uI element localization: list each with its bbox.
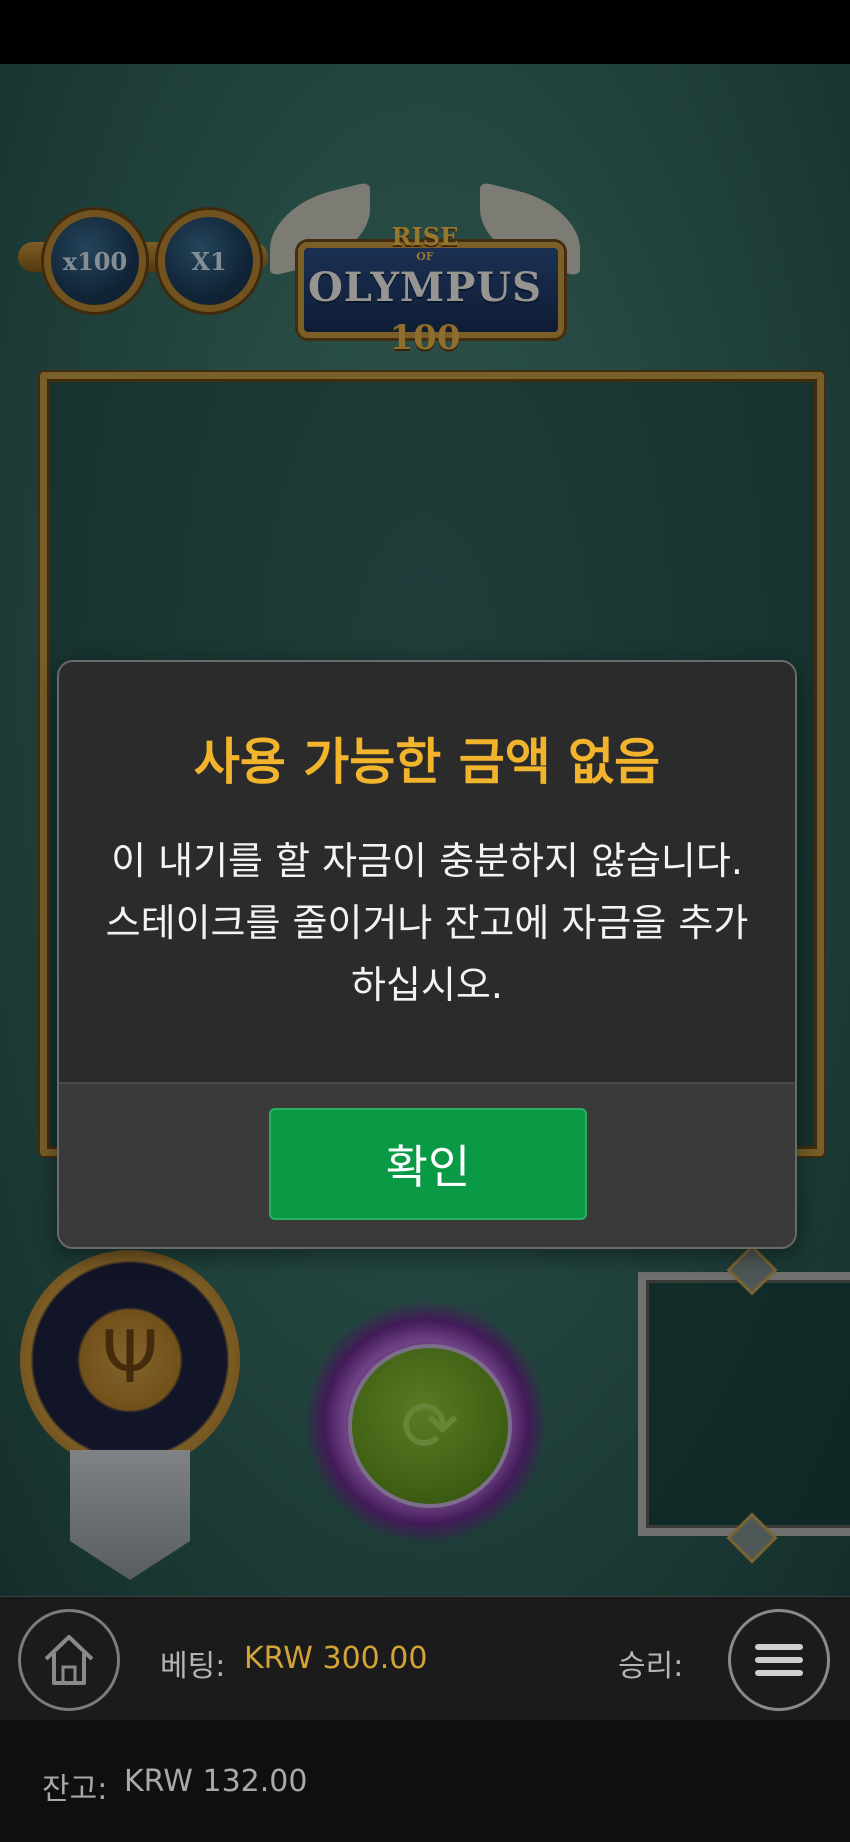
- bet-value: KRW 300.00: [244, 1641, 428, 1676]
- dialog-footer: 확인: [59, 1082, 795, 1247]
- balance-bar: 잔고: KRW 132.00: [0, 1720, 850, 1842]
- insufficient-funds-dialog: 사용 가능한 금액 없음 이 내기를 할 자금이 충분하지 않습니다. 스테이크…: [57, 660, 797, 1249]
- bet-label: 베팅:: [160, 1649, 226, 1684]
- hamburger-menu-icon: [755, 1637, 803, 1683]
- menu-button[interactable]: [728, 1609, 830, 1711]
- status-bar: [0, 0, 850, 64]
- balance-label: 잔고:: [42, 1772, 108, 1807]
- home-icon: [44, 1635, 94, 1685]
- dialog-body: 사용 가능한 금액 없음 이 내기를 할 자금이 충분하지 않습니다. 스테이크…: [59, 662, 795, 1082]
- confirm-button[interactable]: 확인: [269, 1108, 587, 1220]
- bottom-bar: 베팅: KRW 300.00 승리:: [0, 1596, 850, 1721]
- home-button[interactable]: [18, 1609, 120, 1711]
- win-label: 승리:: [618, 1649, 684, 1684]
- dialog-title: 사용 가능한 금액 없음: [193, 733, 661, 791]
- balance-value: KRW 132.00: [124, 1764, 308, 1799]
- dialog-message: 이 내기를 할 자금이 충분하지 않습니다. 스테이크를 줄이거나 잔고에 자금…: [105, 839, 749, 1007]
